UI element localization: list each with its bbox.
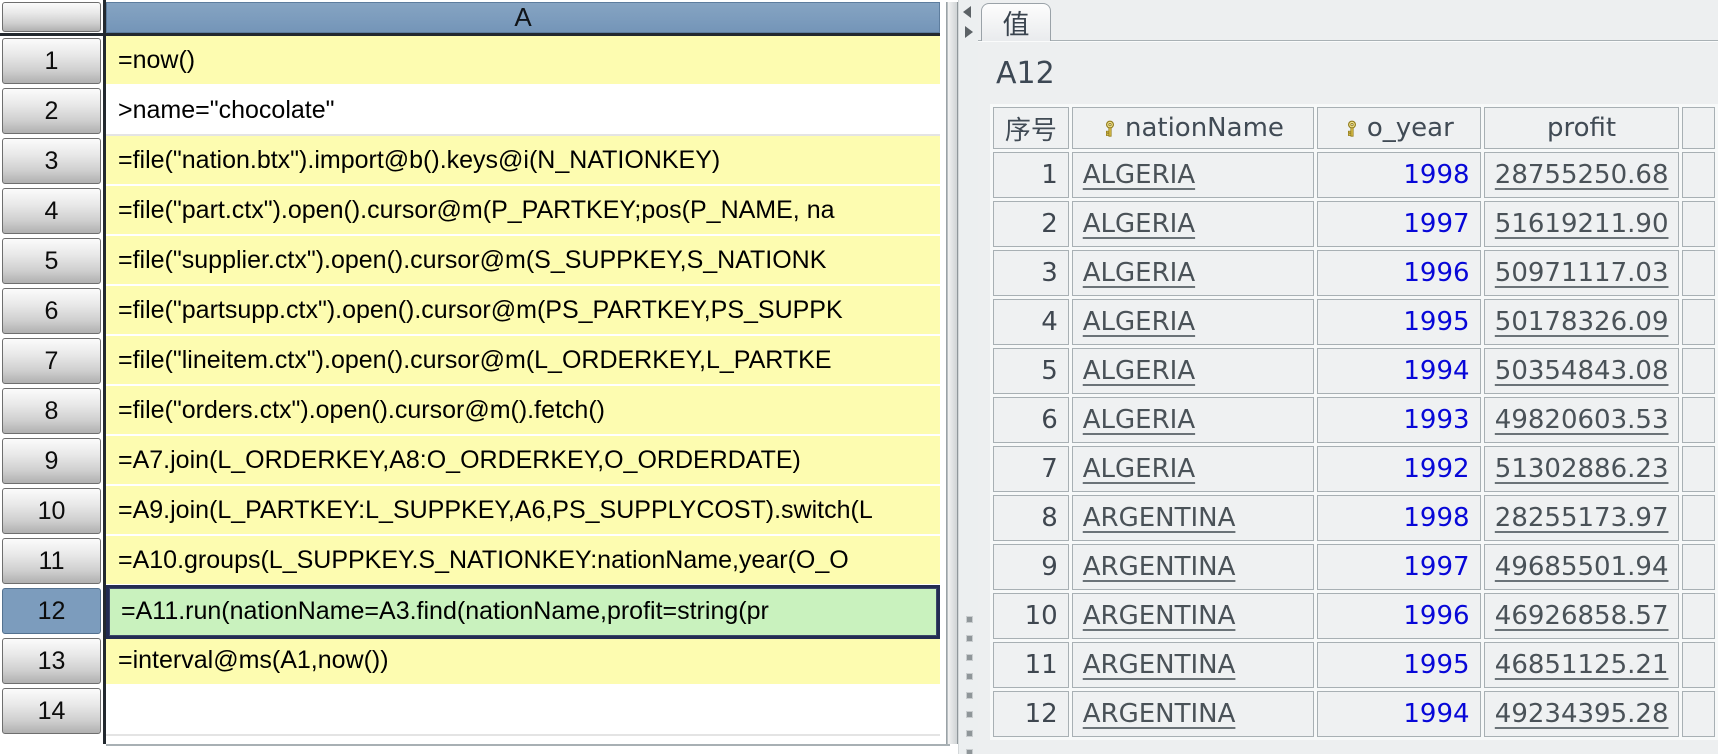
column-header-empty xyxy=(1682,107,1715,149)
cell-a13[interactable]: =interval@ms(A1,now()) xyxy=(106,636,940,686)
esproc-ide-window: A 1 2 3 4 5 6 7 8 9 10 11 12 13 14 =now(… xyxy=(0,0,1718,754)
grid-corner-cell[interactable] xyxy=(2,2,101,32)
value-cell-ref-label: A12 xyxy=(996,56,1055,91)
cell-a3[interactable]: =file("nation.btx").import@b().keys@i(N_… xyxy=(106,136,940,186)
row-header-14[interactable]: 14 xyxy=(2,688,101,734)
cell-a10[interactable]: =A9.join(L_PARTKEY:L_SUPPKEY,A6,PS_SUPPL… xyxy=(106,486,940,536)
row-header-3[interactable]: 3 xyxy=(2,138,101,184)
column-header-profit[interactable]: profit xyxy=(1483,107,1680,149)
row-header-6[interactable]: 6 xyxy=(2,288,101,334)
table-header-row: 序号 nationName o_year profit xyxy=(993,107,1715,149)
table-row[interactable]: 4 ALGERIA 1995 50178326.09 xyxy=(993,299,1715,345)
spl-grid-panel: A 1 2 3 4 5 6 7 8 9 10 11 12 13 14 =now(… xyxy=(0,0,958,754)
cell-a1[interactable]: =now() xyxy=(106,36,940,86)
value-result-table: 序号 nationName o_year profit 1 ALGERIA 19… xyxy=(990,104,1718,740)
row-header-7[interactable]: 7 xyxy=(2,338,101,384)
cell-a4[interactable]: =file("part.ctx").open().cursor@m(P_PART… xyxy=(106,186,940,236)
cell-a5[interactable]: =file("supplier.ctx").open().cursor@m(S_… xyxy=(106,236,940,286)
table-row[interactable]: 11 ARGENTINA 1995 46851125.21 xyxy=(993,642,1715,688)
grid-vertical-scrollbar[interactable] xyxy=(947,2,958,744)
row-header-13[interactable]: 13 xyxy=(2,638,101,684)
table-row[interactable]: 3 ALGERIA 1996 50971117.03 xyxy=(993,250,1715,296)
panel-splitter[interactable] xyxy=(958,0,979,754)
grid-right-border xyxy=(940,2,947,744)
table-row[interactable]: 12 ARGENTINA 1994 49234395.28 xyxy=(993,691,1715,737)
table-row[interactable]: 1 ALGERIA 1998 28755250.68 xyxy=(993,152,1715,198)
table-row[interactable]: 10 ARGENTINA 1996 46926858.57 xyxy=(993,593,1715,639)
table-row[interactable]: 2 ALGERIA 1997 51619211.90 xyxy=(993,201,1715,247)
cell-a2[interactable]: >name="chocolate" xyxy=(106,86,940,136)
table-row[interactable]: 9 ARGENTINA 1997 49685501.94 xyxy=(993,544,1715,590)
row-header-10[interactable]: 10 xyxy=(2,488,101,534)
column-header-a[interactable]: A xyxy=(106,2,940,33)
column-header-index[interactable]: 序号 xyxy=(993,107,1069,149)
cell-a8[interactable]: =file("orders.ctx").open().cursor@m().fe… xyxy=(106,386,940,436)
cell-a11[interactable]: =A10.groups(L_SUPPKEY.S_NATIONKEY:nation… xyxy=(106,536,940,586)
splitter-drag-handle[interactable] xyxy=(966,616,973,754)
splitter-collapse-right-icon[interactable] xyxy=(965,26,973,38)
table-row[interactable]: 6 ALGERIA 1993 49820603.53 xyxy=(993,397,1715,443)
cell-a9[interactable]: =A7.join(L_ORDERKEY,A8:O_ORDERKEY,O_ORDE… xyxy=(106,436,940,486)
value-panel: 值 A12 序号 nationName o_year profit 1 ALGE… xyxy=(978,0,1718,754)
tab-value[interactable]: 值 xyxy=(981,3,1051,41)
cell-a14[interactable] xyxy=(106,686,940,736)
row-header-12-selected[interactable]: 12 xyxy=(2,588,101,634)
row-header-5[interactable]: 5 xyxy=(2,238,101,284)
column-header-oyear[interactable]: o_year xyxy=(1317,107,1481,149)
row-header-11[interactable]: 11 xyxy=(2,538,101,584)
row-header-8[interactable]: 8 xyxy=(2,388,101,434)
row-header-2[interactable]: 2 xyxy=(2,88,101,134)
key-icon xyxy=(1347,120,1356,137)
cell-a6[interactable]: =file("partsupp.ctx").open().cursor@m(PS… xyxy=(106,286,940,336)
table-row[interactable]: 5 ALGERIA 1994 50354843.08 xyxy=(993,348,1715,394)
tab-strip-border xyxy=(978,40,1718,41)
row-header-9[interactable]: 9 xyxy=(2,438,101,484)
grid-bottom-border xyxy=(106,744,950,746)
key-icon xyxy=(1105,120,1114,137)
table-row[interactable]: 7 ALGERIA 1992 51302886.23 xyxy=(993,446,1715,492)
table-row[interactable]: 8 ARGENTINA 1998 28255173.97 xyxy=(993,495,1715,541)
cell-a12-selected[interactable]: =A11.run(nationName=A3.find(nationName,p… xyxy=(106,585,940,639)
row-header-4[interactable]: 4 xyxy=(2,188,101,234)
cell-a7[interactable]: =file("lineitem.ctx").open().cursor@m(L_… xyxy=(106,336,940,386)
row-header-1[interactable]: 1 xyxy=(2,38,101,84)
column-header-nationname[interactable]: nationName xyxy=(1071,107,1315,149)
splitter-collapse-left-icon[interactable] xyxy=(963,6,971,18)
